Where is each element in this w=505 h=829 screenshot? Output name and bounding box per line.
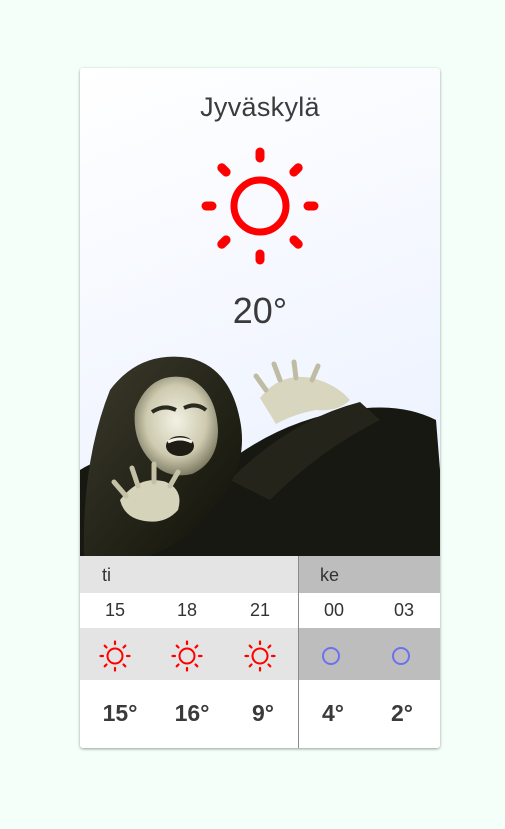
moon-icon — [392, 647, 410, 665]
current-temperature: 20° — [232, 290, 288, 331]
forecast-day-ke: ke 00 03 4° 2° — [299, 556, 440, 748]
hour-temperature: 15° — [102, 700, 138, 726]
icon-row — [80, 628, 298, 680]
hour-temperature: 4° — [322, 700, 344, 726]
person-photo — [80, 356, 440, 556]
temperature-row: 4° 2° — [299, 680, 440, 748]
hour-row: 15 18 21 — [80, 593, 298, 628]
hour-temperature: 2° — [391, 700, 413, 726]
day-header: ti — [80, 556, 298, 593]
hour-temperature: 9° — [252, 700, 274, 726]
city-name: Jyväskylä — [200, 92, 320, 122]
hour-label: 18 — [176, 600, 198, 620]
icon-row — [299, 628, 440, 680]
hourly-forecast: ti 15 18 21 15° 16° 9° ke 00 03 4° 2° — [80, 556, 440, 748]
sun-icon — [244, 640, 276, 672]
hour-label: 15 — [104, 600, 126, 620]
day-label: ti — [102, 565, 111, 585]
day-label: ke — [320, 565, 340, 585]
hour-label: 21 — [249, 600, 271, 620]
day-header: ke — [299, 556, 440, 593]
sun-icon — [171, 640, 203, 672]
hour-row: 00 03 — [299, 593, 440, 628]
forecast-day-ti: ti 15 18 21 15° 16° 9° — [80, 556, 298, 748]
sun-icon — [99, 640, 131, 672]
sun-icon — [201, 147, 319, 265]
temperature-row: 15° 16° 9° — [80, 680, 298, 748]
hour-label: 03 — [393, 600, 415, 620]
moon-icon — [322, 647, 340, 665]
hour-temperature: 16° — [174, 700, 210, 726]
hour-label: 00 — [323, 600, 345, 620]
weather-card: Jyväskylä 20° ti 15 18 21 15° 16° 9° ke … — [80, 68, 440, 748]
